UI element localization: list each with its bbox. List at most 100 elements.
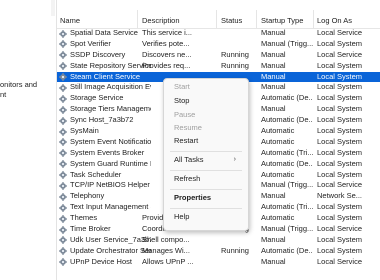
- menu-item-refresh[interactable]: Refresh: [164, 173, 248, 185]
- menu-separator: [170, 208, 242, 209]
- left-pane-text: onitors and nt: [0, 80, 38, 99]
- service-startup-type: Manual: [261, 256, 286, 266]
- column-header-log-on-as[interactable]: Log On As: [317, 16, 352, 25]
- service-log-on-as: Local Service: [317, 256, 363, 266]
- service-log-on-as: Local System: [317, 126, 363, 136]
- service-description: Manages Wi...: [142, 245, 190, 255]
- service-description: Discovers ne...: [142, 49, 192, 59]
- column-separator[interactable]: [313, 10, 314, 28]
- table-row[interactable]: Update Orchestrator ServiceManages Wi...…: [57, 246, 380, 257]
- service-log-on-as: Local System: [317, 202, 363, 212]
- gear-icon: [59, 160, 67, 169]
- service-startup-type: Manual: [261, 191, 286, 201]
- service-log-on-as: Local System: [317, 82, 363, 92]
- menu-item-properties-label: Properties: [174, 193, 212, 202]
- column-header-status[interactable]: Status: [221, 16, 242, 25]
- service-startup-type: Manual: [261, 71, 286, 81]
- gear-icon: [59, 62, 67, 71]
- menu-separator: [170, 170, 242, 171]
- gear-icon: [59, 225, 67, 234]
- service-startup-type: Manual: [261, 234, 286, 244]
- service-description: Verifies pote...: [142, 38, 190, 48]
- service-log-on-as: Local Service: [317, 28, 363, 37]
- gear-icon: [59, 138, 67, 147]
- menu-item-properties[interactable]: Properties: [164, 192, 248, 204]
- service-log-on-as: Local System: [317, 147, 363, 157]
- service-log-on-as: Network Se...: [317, 191, 363, 201]
- gear-icon: [59, 29, 67, 38]
- service-description: This service i...: [142, 28, 193, 37]
- service-log-on-as: Local Service: [317, 180, 363, 190]
- service-log-on-as: Local System: [317, 71, 363, 81]
- menu-item-all-tasks[interactable]: All Tasks ›: [164, 154, 248, 166]
- service-context-menu: Start Stop Pause Resume Restart All Task…: [163, 78, 249, 231]
- service-startup-type: Automatic: [261, 126, 295, 136]
- column-header-row: Name Description Status Startup Type Log…: [57, 0, 380, 29]
- gear-icon: [59, 94, 67, 103]
- gear-icon: [59, 83, 67, 92]
- chevron-right-icon: ›: [233, 156, 236, 163]
- service-startup-type: Automatic (De...: [261, 245, 313, 255]
- gear-icon: [59, 73, 67, 82]
- column-header-description[interactable]: Description: [142, 16, 180, 25]
- menu-separator: [170, 151, 242, 152]
- menu-item-stop[interactable]: Stop: [164, 95, 248, 107]
- table-row[interactable]: Spatial Data Service This service i... Man…: [57, 28, 380, 39]
- menu-item-start[interactable]: Start: [164, 81, 248, 93]
- service-startup-type: Manual (Trigg...: [261, 224, 313, 234]
- service-log-on-as: Local System: [317, 93, 363, 103]
- service-startup-type: Manual: [261, 82, 286, 92]
- menu-item-resume[interactable]: Resume: [164, 122, 248, 134]
- column-separator[interactable]: [137, 10, 138, 28]
- service-name: Time Broker: [70, 224, 111, 234]
- menu-item-help[interactable]: Help: [164, 211, 248, 223]
- menu-item-stop-label: Stop: [174, 96, 190, 105]
- service-status: Running: [221, 49, 249, 59]
- menu-item-pause[interactable]: Pause: [164, 109, 248, 121]
- service-name: SysMain: [70, 126, 99, 136]
- column-header-startup-type[interactable]: Startup Type: [261, 16, 303, 25]
- service-name: Spot Verifier: [70, 38, 111, 48]
- service-log-on-as: Local System: [317, 136, 363, 146]
- service-description: Allows UPnP ...: [142, 256, 194, 266]
- column-separator[interactable]: [256, 10, 257, 28]
- service-startup-type: Automatic (Tri...: [261, 147, 313, 157]
- service-startup-type: Automatic (De...: [261, 93, 313, 103]
- menu-item-restart[interactable]: Restart: [164, 135, 248, 147]
- service-startup-type: Manual: [261, 49, 286, 59]
- service-status: Running: [221, 60, 249, 70]
- column-separator[interactable]: [216, 10, 217, 28]
- service-log-on-as: Local Service: [317, 49, 363, 59]
- gear-icon: [59, 40, 67, 49]
- table-row[interactable]: Udk User Service_7a3b72 Shell compo... Man…: [57, 235, 380, 246]
- service-name: Storage Tiers Management: [70, 104, 151, 114]
- table-row[interactable]: UPnP Device Host Allows UPnP ... Manual Loc…: [57, 257, 380, 268]
- service-name: Sync Host_7a3b72: [70, 115, 134, 125]
- menu-item-help-label: Help: [174, 212, 190, 221]
- gear-icon: [59, 116, 67, 125]
- menu-item-resume-label: Resume: [174, 123, 202, 132]
- service-name: Text Input Management Se...: [70, 202, 151, 212]
- service-startup-type: Automatic (De...: [261, 115, 313, 125]
- service-log-on-as: Local System: [317, 234, 363, 244]
- service-log-on-as: Local Service: [317, 224, 363, 234]
- service-status: Running: [221, 245, 249, 255]
- table-row[interactable]: State Repository Service Provides req... R…: [57, 61, 380, 72]
- service-startup-type: Automatic (Tri...: [261, 202, 313, 212]
- service-name: TCP/IP NetBIOS Helper: [70, 180, 150, 190]
- table-row[interactable]: SSDP Discovery Discovers ne... Running Manu…: [57, 50, 380, 61]
- service-name: Spatial Data Service: [70, 28, 138, 37]
- service-name: System Events Broker: [70, 147, 145, 157]
- gear-icon: [59, 258, 67, 267]
- gear-icon: [59, 247, 67, 256]
- table-row[interactable]: Spot Verifier Verifies pote... Manual (Tri…: [57, 39, 380, 50]
- service-name: Steam Client Service: [70, 71, 141, 81]
- service-name: System Guard Runtime Mo...: [70, 158, 151, 168]
- service-log-on-as: Local System: [317, 115, 363, 125]
- left-pane-scrollbar[interactable]: [51, 0, 55, 16]
- left-navigation-pane: onitors and nt: [0, 0, 57, 280]
- service-name: UPnP Device Host: [70, 256, 132, 266]
- service-startup-type: Automatic (De...: [261, 158, 313, 168]
- service-log-on-as: Local System: [317, 169, 363, 179]
- column-header-name[interactable]: Name: [60, 16, 80, 25]
